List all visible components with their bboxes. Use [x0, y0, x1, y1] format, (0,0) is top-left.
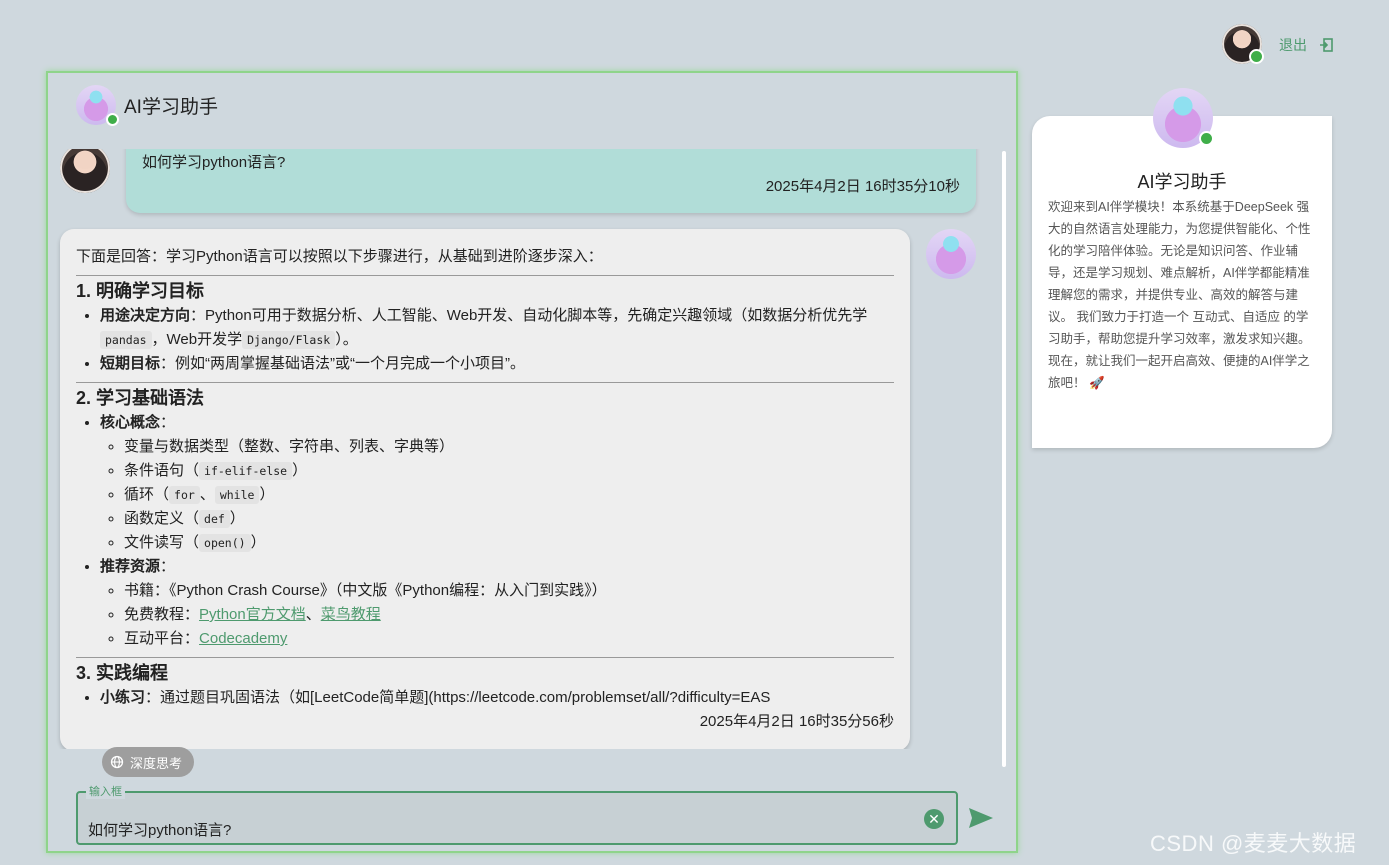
user-message-text: 如何学习python语言? — [142, 154, 286, 171]
item-text: 、 — [199, 486, 215, 503]
send-icon[interactable] — [968, 807, 994, 829]
online-status-dot — [1249, 49, 1264, 64]
link-runoob[interactable]: 菜鸟教程 — [321, 606, 381, 623]
item-text: 循环（ — [124, 486, 170, 503]
item-text: 、 — [305, 606, 321, 623]
input-label: 输入框 — [86, 783, 125, 799]
info-card-title: AI学习助手 — [1137, 172, 1227, 192]
bot-message-timestamp: 2025年4月2日 16时35分56秒 — [699, 713, 894, 730]
item-text: ） — [229, 510, 245, 527]
sublist: 书籍：《Python Crash Course》（中文版《Python编程：从入… — [100, 579, 894, 651]
item-text: ，Web开发学 — [151, 331, 243, 348]
section-heading-1: 1. 明确学习目标 — [76, 281, 205, 301]
logout-icon — [1320, 38, 1333, 52]
inline-code: if-elif-else — [199, 462, 293, 480]
list-item: 循环（for、while） — [124, 483, 894, 507]
bot-message-content: 下面是回答：学习Python语言可以按照以下步骤进行，从基础到进阶逐步深入： 1… — [76, 245, 894, 710]
list-item: 条件语句（if-elif-else） — [124, 459, 894, 483]
inline-code: Django/Flask — [242, 331, 336, 349]
item-text: ： — [160, 558, 176, 575]
item-label: 用途决定方向 — [100, 307, 191, 324]
sublist: 变量与数据类型（整数、字符串、列表、字典等） 条件语句（if-elif-else… — [100, 435, 894, 555]
item-text: ：Python可用于数据分析、人工智能、Web开发、自动化脚本等，先确定兴趣领域… — [190, 307, 868, 324]
online-status-dot — [1199, 131, 1214, 146]
message-list[interactable]: 如何学习python语言? 2025年4月2日 16时35分10秒 下面是回答：… — [48, 149, 1008, 749]
bot-intro: 下面是回答：学习Python语言可以按照以下步骤进行，从基础到进阶逐步深入： — [76, 248, 603, 265]
section-heading-2: 2. 学习基础语法 — [76, 388, 205, 408]
section-3-list: 小练习：通过题目巩固语法（如[LeetCode简单题](https://leet… — [76, 686, 894, 710]
logout-button[interactable]: 退出 — [1279, 36, 1333, 54]
item-text: ） — [250, 534, 266, 551]
list-item: 文件读写（open()） — [124, 531, 894, 555]
user-message-bubble: 如何学习python语言? 2025年4月2日 16时35分10秒 — [126, 149, 976, 213]
clear-icon[interactable]: ✕ — [924, 809, 944, 829]
item-label: 短期目标 — [100, 355, 161, 372]
inline-code: while — [214, 486, 260, 504]
divider — [76, 275, 894, 276]
list-item: 函数定义（def） — [124, 507, 894, 531]
bot-avatar-image — [926, 229, 976, 279]
list-item: 推荐资源： 书籍：《Python Crash Course》（中文版《Pytho… — [100, 555, 894, 651]
user-message-timestamp: 2025年4月2日 16时35分10秒 — [765, 178, 960, 195]
deep-think-button[interactable]: 深度思考 — [102, 747, 195, 777]
logout-label: 退出 — [1279, 37, 1307, 53]
header-user-avatar[interactable] — [1222, 24, 1264, 64]
bot-avatar — [76, 85, 119, 126]
item-label: 核心概念 — [100, 414, 161, 431]
list-item: 免费教程：Python官方文档、菜鸟教程 — [124, 603, 894, 627]
chat-panel: AI学习助手 如何学习python语言? 2025年4月2日 16时35分10秒… — [46, 71, 1018, 853]
item-text: 免费教程： — [124, 606, 200, 623]
item-text: ）。 — [335, 331, 358, 348]
list-item: 书籍：《Python Crash Course》（中文版《Python编程：从入… — [124, 579, 894, 603]
item-text: ： — [160, 414, 176, 431]
list-item: 小练习：通过题目巩固语法（如[LeetCode简单题](https://leet… — [100, 686, 894, 710]
bot-message-avatar — [926, 229, 976, 279]
chat-title: AI学习助手 — [124, 96, 218, 118]
info-card: AI学习助手 欢迎来到AI伴学模块！本系统基于DeepSeek 强大的自然语言处… — [1032, 116, 1332, 448]
message-scrollbar[interactable] — [1002, 151, 1006, 767]
inline-code: for — [169, 486, 200, 504]
inline-code: open() — [199, 534, 251, 552]
user-message-avatar — [60, 149, 110, 193]
section-1-list: 用途决定方向：Python可用于数据分析、人工智能、Web开发、自动化脚本等，先… — [76, 304, 894, 376]
item-label: 小练习 — [100, 689, 146, 706]
item-text: 文件读写（ — [124, 534, 200, 551]
info-card-text: 欢迎来到AI伴学模块！本系统基于DeepSeek 强大的自然语言处理能力，为您提… — [1048, 200, 1311, 390]
list-item: 核心概念： 变量与数据类型（整数、字符串、列表、字典等） 条件语句（if-eli… — [100, 411, 894, 555]
divider — [76, 657, 894, 658]
item-text: ：例如“两周掌握基础语法”或“一个月完成一个小项目”。 — [160, 355, 525, 372]
list-item: 变量与数据类型（整数、字符串、列表、字典等） — [124, 435, 894, 459]
globe-icon — [110, 755, 124, 769]
section-2-list: 核心概念： 变量与数据类型（整数、字符串、列表、字典等） 条件语句（if-eli… — [76, 411, 894, 651]
item-text: ：通过题目巩固语法（如[LeetCode简单题](https://leetcod… — [145, 689, 771, 706]
bot-online-dot — [106, 113, 119, 126]
item-text: ） — [259, 486, 275, 503]
user-avatar-image — [60, 149, 110, 193]
item-text: 条件语句（ — [124, 462, 200, 479]
list-item: 互动平台：Codecademy — [124, 627, 894, 651]
inline-code: def — [199, 510, 230, 528]
list-item: 短期目标：例如“两周掌握基础语法”或“一个月完成一个小项目”。 — [100, 352, 894, 376]
deep-think-label: 深度思考 — [130, 755, 183, 771]
item-label: 推荐资源 — [100, 558, 161, 575]
item-text: ） — [292, 462, 308, 479]
message-input-box[interactable]: 输入框 ✕ — [76, 783, 958, 845]
item-text: 函数定义（ — [124, 510, 200, 527]
item-text: 互动平台： — [124, 630, 200, 647]
watermark: CSDN @麦麦大数据 — [1150, 831, 1357, 856]
divider — [76, 382, 894, 383]
bot-message-bubble: 下面是回答：学习Python语言可以按照以下步骤进行，从基础到进阶逐步深入： 1… — [60, 229, 910, 749]
section-heading-3: 3. 实践编程 — [76, 663, 169, 683]
chat-header: AI学习助手 — [76, 85, 218, 126]
inline-code: pandas — [100, 331, 152, 349]
list-item: 用途决定方向：Python可用于数据分析、人工智能、Web开发、自动化脚本等，先… — [100, 304, 894, 352]
message-input[interactable] — [88, 821, 908, 838]
link-python-docs[interactable]: Python官方文档 — [199, 606, 306, 623]
info-card-avatar — [1153, 88, 1214, 148]
link-codecademy[interactable]: Codecademy — [199, 630, 287, 647]
